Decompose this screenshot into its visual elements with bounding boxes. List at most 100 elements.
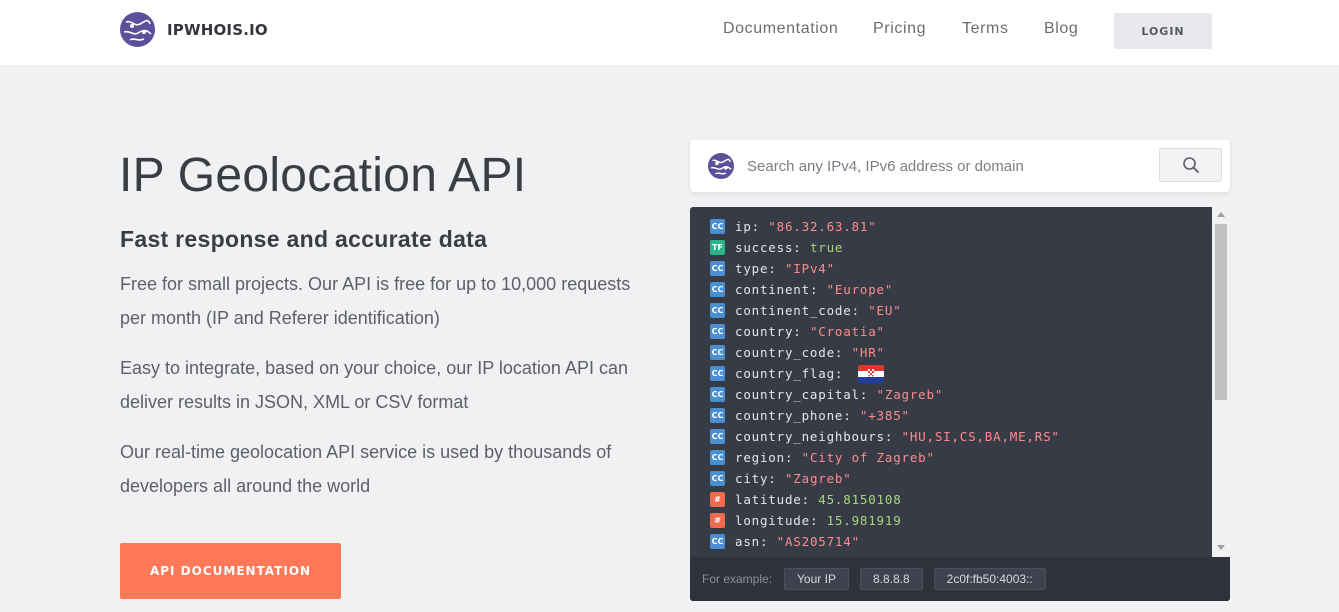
scroll-down-icon[interactable] xyxy=(1217,545,1225,550)
json-value: true xyxy=(809,240,844,255)
search-icon xyxy=(1182,157,1199,173)
globe-logo-icon xyxy=(708,153,734,179)
nav-documentation[interactable]: Documentation xyxy=(723,20,838,38)
json-colon: : xyxy=(884,429,902,444)
json-line: CC region: "City of Zagreb" xyxy=(690,447,1212,468)
json-line: CC city: "Zagreb" xyxy=(690,468,1212,489)
json-colon: : xyxy=(801,492,819,507)
json-key: country_neighbours xyxy=(735,429,885,444)
json-line: # longitude: 15.981919 xyxy=(690,510,1212,531)
json-key: success xyxy=(735,240,794,255)
top-navbar: IPWHOIS.IO Documentation Pricing Terms B… xyxy=(0,0,1339,65)
json-value: "City of Zagreb" xyxy=(801,450,935,465)
string-type-icon: CC xyxy=(710,408,725,423)
nav-terms[interactable]: Terms xyxy=(962,20,1009,38)
json-colon: : xyxy=(751,219,769,234)
login-button[interactable]: LOGIN xyxy=(1114,13,1212,49)
croatia-flag-icon xyxy=(857,364,884,383)
brand[interactable]: IPWHOIS.IO xyxy=(120,12,268,47)
brand-name: IPWHOIS.IO xyxy=(167,20,268,39)
json-colon: : xyxy=(768,471,785,486)
example-your-ip-button[interactable]: Your IP xyxy=(784,568,849,590)
json-value: "Europe" xyxy=(826,282,894,297)
json-value: 15.981919 xyxy=(826,513,902,528)
string-type-icon: CC xyxy=(710,219,725,234)
json-value: "AS205714" xyxy=(776,534,860,549)
json-key: country_capital xyxy=(735,387,860,402)
json-colon: : xyxy=(834,366,852,381)
scrollbar-thumb[interactable] xyxy=(1215,224,1227,400)
json-value: "+385" xyxy=(859,408,910,423)
json-key: longitude xyxy=(735,513,810,528)
example-ipv4-button[interactable]: 8.8.8.8 xyxy=(859,568,923,590)
examples-label: For example: xyxy=(702,572,773,586)
page-title: IP Geolocation API xyxy=(119,149,527,202)
feature-paragraph: Easy to integrate, based on your choice,… xyxy=(120,358,628,412)
feature-paragraph: Free for small projects. Our API is free… xyxy=(120,274,631,328)
feature-paragraph: Our real-time geolocation API service is… xyxy=(120,442,612,496)
json-key: ip xyxy=(735,219,752,234)
result-scrollbar[interactable] xyxy=(1212,207,1230,557)
json-value: "86.32.63.81" xyxy=(768,219,877,234)
json-colon: : xyxy=(809,282,827,297)
ip-search-bar xyxy=(690,140,1230,192)
json-colon: : xyxy=(793,240,810,255)
string-type-icon: CC xyxy=(710,429,725,444)
json-key: country_phone xyxy=(735,408,844,423)
string-type-icon: CC xyxy=(710,261,725,276)
number-type-icon: # xyxy=(710,513,725,528)
nav-pricing[interactable]: Pricing xyxy=(873,20,926,38)
json-colon: : xyxy=(809,513,827,528)
example-ipv6-button[interactable]: 2c0f:fb50:4003:: xyxy=(933,568,1046,590)
globe-logo-icon xyxy=(120,12,155,47)
boolean-type-icon: TF xyxy=(710,240,725,255)
json-line: CC country_neighbours: "HU,SI,CS,BA,ME,RS… xyxy=(690,426,1212,447)
json-key: continent_code xyxy=(735,303,852,318)
search-button[interactable] xyxy=(1159,148,1222,182)
string-type-icon: CC xyxy=(710,471,725,486)
string-type-icon: CC xyxy=(710,345,725,360)
json-result-lines: CC ip: "86.32.63.81" TF success: true CC type… xyxy=(690,216,1212,552)
string-type-icon: CC xyxy=(710,450,725,465)
json-colon: : xyxy=(784,450,802,465)
json-key: country xyxy=(735,324,794,339)
json-value: 45.8150108 xyxy=(818,492,902,507)
json-key: country_flag xyxy=(735,366,835,381)
json-line: CC country_code: "HR" xyxy=(690,342,1212,363)
json-key: continent xyxy=(735,282,810,297)
json-line: CC asn: "AS205714" xyxy=(690,531,1212,552)
json-value: "Zagreb" xyxy=(876,387,944,402)
json-colon: : xyxy=(768,261,785,276)
json-key: region xyxy=(735,450,785,465)
page-subtitle: Fast response and accurate data xyxy=(120,226,488,252)
json-line: CC country_flag: xyxy=(690,363,1212,384)
string-type-icon: CC xyxy=(710,534,725,549)
json-value: "EU" xyxy=(868,303,902,318)
json-key: country_code xyxy=(735,345,835,360)
json-colon: : xyxy=(851,303,869,318)
json-line: CC country_capital: "Zagreb" xyxy=(690,384,1212,405)
json-line: CC type: "IPv4" xyxy=(690,258,1212,279)
json-colon: : xyxy=(843,408,860,423)
json-line: # latitude: 45.8150108 xyxy=(690,489,1212,510)
json-value: "HU,SI,CS,BA,ME,RS" xyxy=(901,429,1060,444)
json-key: type xyxy=(735,261,769,276)
api-documentation-button[interactable]: API DOCUMENTATION xyxy=(120,543,341,599)
ip-search-input[interactable] xyxy=(742,150,1142,182)
json-line: CC country: "Croatia" xyxy=(690,321,1212,342)
json-colon: : xyxy=(834,345,852,360)
nav-blog[interactable]: Blog xyxy=(1044,20,1078,38)
json-value: "Zagreb" xyxy=(784,471,852,486)
json-key: asn xyxy=(735,534,760,549)
string-type-icon: CC xyxy=(710,366,725,381)
json-line: CC ip: "86.32.63.81" xyxy=(690,216,1212,237)
json-line: CC continent_code: "EU" xyxy=(690,300,1212,321)
string-type-icon: CC xyxy=(710,387,725,402)
scroll-up-icon[interactable] xyxy=(1217,212,1225,217)
json-value: "HR" xyxy=(851,345,885,360)
string-type-icon: CC xyxy=(710,282,725,297)
json-line: CC country_phone: "+385" xyxy=(690,405,1212,426)
examples-bar: For example: Your IP 8.8.8.8 2c0f:fb50:4… xyxy=(690,557,1230,601)
json-colon: : xyxy=(793,324,810,339)
string-type-icon: CC xyxy=(710,303,725,318)
